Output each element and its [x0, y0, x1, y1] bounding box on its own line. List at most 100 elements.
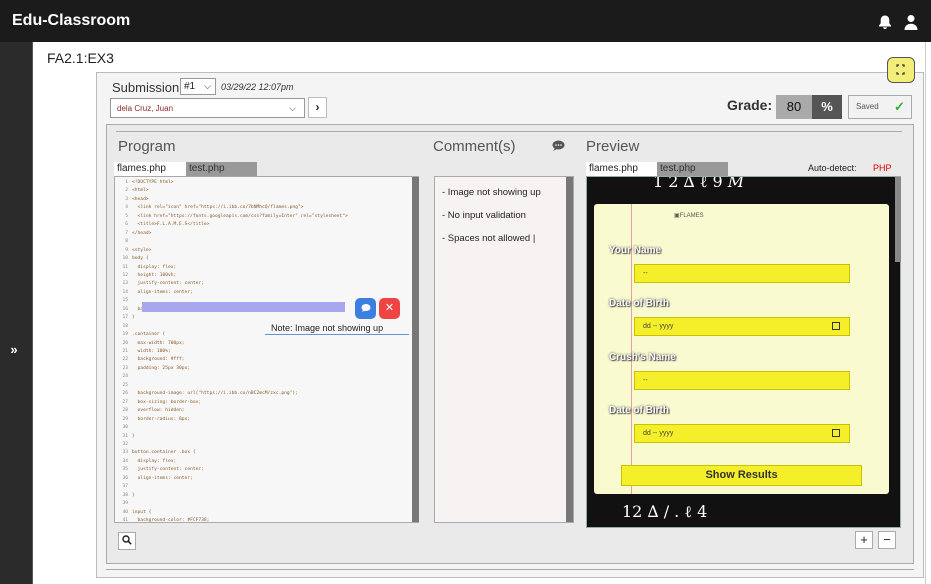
code-text: overflow: hidden;	[132, 408, 185, 414]
line-number: 35	[122, 467, 128, 473]
grade-unit: %	[812, 95, 842, 119]
name-input[interactable]: --	[634, 264, 850, 283]
code-line: 8	[115, 238, 415, 246]
line-number: 40	[122, 509, 128, 515]
comments-header: Comment(s)	[433, 138, 516, 155]
search-button[interactable]	[118, 532, 136, 550]
comment-bubble-icon	[361, 304, 370, 312]
auto-detect-label: Auto-detect:	[808, 163, 857, 173]
student-select[interactable]: dela Cruz, Juan ⌵	[110, 98, 305, 118]
zoom-in-button[interactable]: +	[855, 531, 873, 549]
divider	[116, 131, 902, 132]
code-text: background: #fff;	[132, 357, 185, 363]
code-line: 11 display: flex;	[115, 264, 415, 272]
code-line: 2 <html>	[115, 187, 415, 195]
code-line: 39	[115, 500, 415, 508]
code-line: 13 justify-content: center;	[115, 280, 415, 288]
code-text: <head>	[132, 196, 149, 202]
code-line: 1 <!DOCTYPE html>	[115, 179, 415, 187]
submission-number-select[interactable]: #1 ⌵	[180, 78, 216, 95]
code-text: <link href="https://fonts.googleapis.com…	[132, 213, 348, 219]
code-line: 34 display: flex;	[115, 458, 415, 466]
line-number: 39	[122, 501, 128, 507]
comments-scrollbar[interactable]	[566, 177, 573, 522]
crush-name-input[interactable]: --	[634, 371, 850, 390]
code-text: box-sizing: border-box;	[132, 399, 202, 405]
code-line: 37	[115, 483, 415, 491]
line-number: 5	[125, 213, 128, 219]
divider	[106, 569, 914, 570]
preview-tab-test-php[interactable]: test.php	[657, 162, 728, 176]
crush-dob-input[interactable]: dd -- yyyy	[634, 424, 850, 443]
code-text: display: flex;	[132, 458, 177, 464]
grade-input[interactable]: 80	[776, 95, 812, 119]
program-header: Program	[118, 138, 176, 155]
show-results-button[interactable]: Show Results	[621, 465, 862, 486]
line-number: 17	[122, 315, 128, 321]
code-scrollbar[interactable]	[412, 177, 419, 522]
line-number: 3	[125, 196, 128, 202]
line-number: 21	[122, 349, 128, 354]
code-editor[interactable]: 1 <!DOCTYPE html> 2 <html> 3 <head> 4 <link re…	[114, 176, 419, 523]
add-comment-button[interactable]	[355, 298, 376, 319]
zoom-out-button[interactable]: −	[878, 531, 896, 549]
line-number: 4	[125, 205, 128, 211]
dob-input[interactable]: dd -- yyyy	[634, 317, 850, 336]
line-number: 2	[125, 188, 128, 194]
code-line: 33 button.container .box {	[115, 449, 415, 457]
next-student-button[interactable]: ›	[308, 97, 327, 118]
expand-sidebar-icon[interactable]: »	[0, 342, 28, 357]
user-icon[interactable]	[903, 14, 919, 30]
code-note: Note: Image not showing up	[265, 323, 409, 335]
student-name: dela Cruz, Juan	[117, 104, 174, 113]
save-status: Saved ✓	[848, 95, 912, 119]
bell-icon[interactable]	[877, 14, 893, 30]
comment-item: - Image not showing up	[442, 187, 541, 198]
left-sidebar: »	[0, 42, 33, 584]
zoom-out-icon: −	[883, 532, 891, 547]
code-text: justify-content: center;	[132, 467, 204, 473]
code-line: 6 <title>F.L.A.M.E.S</title>	[115, 221, 415, 229]
calendar-icon	[832, 322, 840, 330]
fullscreen-button[interactable]	[887, 57, 915, 83]
code-line: 30	[115, 424, 415, 432]
search-icon	[122, 535, 132, 545]
preview-scrollbar[interactable]	[895, 177, 901, 262]
submission-number: #1	[184, 81, 196, 92]
line-number: 10	[122, 256, 128, 262]
line-number: 26	[122, 391, 128, 397]
code-text: }	[132, 492, 135, 498]
line-number: 31	[122, 433, 128, 439]
preview-header: Preview	[586, 138, 640, 155]
comments-box[interactable]	[434, 176, 574, 523]
code-line: 21 width: 100%;	[115, 348, 415, 356]
field-label: Date of Birth	[609, 298, 669, 309]
code-text: }	[132, 433, 135, 439]
fullscreen-icon	[896, 64, 905, 75]
code-line: 20 max-width: 700px;	[115, 340, 415, 348]
code-line: 28 overflow: hidden;	[115, 407, 415, 415]
save-status-label: Saved	[856, 102, 879, 111]
code-line: 32	[115, 441, 415, 449]
preview-tab-flames-php[interactable]: flames.php	[586, 162, 657, 176]
code-text: padding: 25px 30px;	[132, 365, 191, 371]
line-number: 34	[122, 458, 128, 464]
calendar-icon	[832, 429, 840, 437]
tab-flames-php[interactable]: flames.php	[114, 162, 186, 176]
top-bar: Edu-Classroom	[0, 0, 931, 42]
code-line: 10 body {	[115, 255, 415, 263]
code-text: <html>	[132, 188, 149, 194]
close-button[interactable]: ✕	[379, 298, 400, 319]
broken-image-alt: FLAMES	[679, 213, 704, 219]
code-text: width: 100%;	[132, 349, 171, 354]
code-line: 3 <head>	[115, 196, 415, 204]
code-line: 12 height: 100vh;	[115, 272, 415, 280]
tab-test-php[interactable]: test.php	[186, 162, 257, 176]
grade-label: Grade:	[727, 97, 773, 113]
code-text: background-image: url("https://i.ibb.co/…	[132, 391, 298, 397]
code-text: justify-content: center;	[132, 281, 204, 287]
line-number: 30	[122, 425, 128, 431]
comment-icon[interactable]	[552, 140, 565, 151]
line-number: 11	[122, 264, 128, 270]
code-text: <!DOCTYPE html>	[132, 180, 174, 185]
